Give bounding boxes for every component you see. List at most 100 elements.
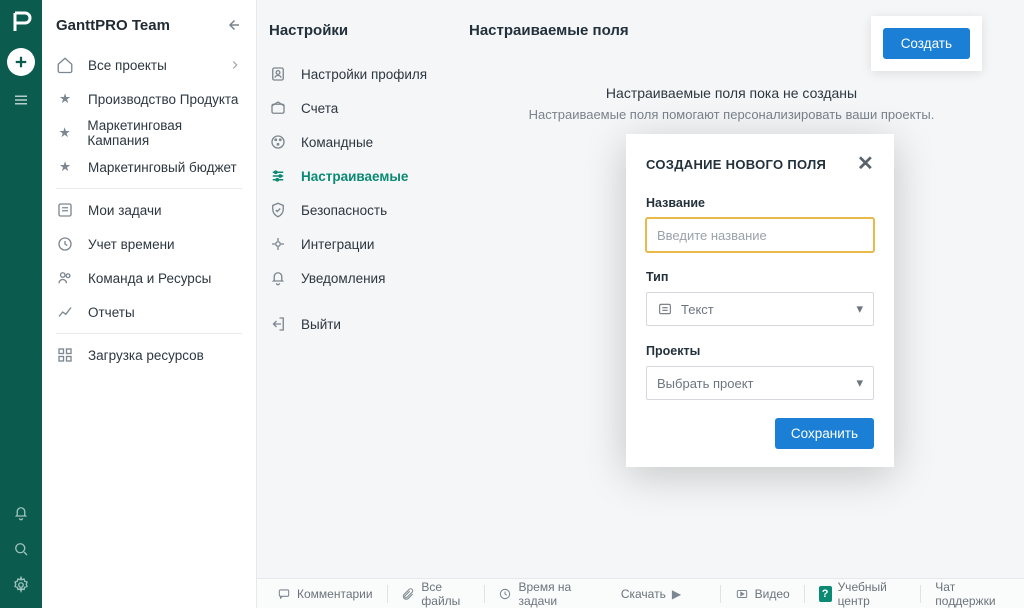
empty-state-subtitle: Настраиваемые поля помогают персонализир…	[469, 107, 994, 122]
footer-label: Учебный центр	[838, 580, 907, 608]
projects-placeholder: Выбрать проект	[657, 376, 754, 391]
footer-label: Комментарии	[297, 587, 373, 601]
footer-learning[interactable]: ? Учебный центр	[811, 579, 915, 608]
chevron-down-icon: ▾	[856, 301, 863, 317]
add-project-button[interactable]	[7, 48, 35, 76]
chart-icon	[56, 303, 74, 321]
clock-icon	[498, 587, 512, 601]
create-button[interactable]: Создать	[883, 28, 970, 59]
footer-label: Скачать	[621, 587, 666, 601]
footer-download[interactable]: Скачать ▶	[613, 579, 714, 608]
name-input-wrapper	[646, 218, 874, 252]
star-icon: ★	[56, 158, 74, 176]
create-field-modal: СОЗДАНИЕ НОВОГО ПОЛЯ ✕ Название Тип Текс…	[626, 134, 894, 467]
attachment-icon	[401, 587, 415, 601]
nav-project-item[interactable]: ★ Производство Продукта	[42, 82, 256, 116]
modal-title: СОЗДАНИЕ НОВОГО ПОЛЯ	[646, 157, 826, 172]
search-icon[interactable]	[12, 540, 30, 558]
divider	[720, 585, 721, 603]
settings-label: Выйти	[301, 317, 341, 332]
name-label: Название	[646, 196, 874, 210]
help-icon: ?	[819, 586, 832, 602]
settings-label: Командные	[301, 135, 373, 150]
type-value: Текст	[681, 302, 714, 317]
chevron-down-icon: ▾	[856, 375, 863, 391]
list-icon	[56, 201, 74, 219]
star-icon: ★	[56, 90, 74, 108]
nav-label: Мои задачи	[88, 203, 162, 218]
nav-reports[interactable]: Отчеты	[42, 295, 256, 329]
ganttpro-logo-icon	[9, 10, 33, 34]
settings-security[interactable]: Безопасность	[269, 193, 455, 227]
star-icon: ★	[56, 124, 73, 142]
gear-icon[interactable]	[12, 576, 30, 594]
divider	[484, 585, 485, 603]
sliders-icon	[269, 167, 287, 185]
settings-notifications[interactable]: Уведомления	[269, 261, 455, 295]
nav-project-item[interactable]: ★Маркетинговая Кампания	[42, 116, 256, 150]
nav-label: Производство Продукта	[88, 92, 238, 107]
menu-toggle-button[interactable]	[9, 88, 33, 112]
footer-label: Видео	[755, 587, 790, 601]
settings-label: Уведомления	[301, 271, 385, 286]
footer-label: Все файлы	[421, 580, 469, 608]
nav-label: Загрузка ресурсов	[88, 348, 204, 363]
footer-files[interactable]: Все файлы	[393, 579, 477, 608]
user-icon	[269, 65, 287, 83]
apple-icon	[692, 587, 706, 601]
type-select[interactable]: Текст ▾	[646, 292, 874, 326]
nav-project-item[interactable]: ★ Маркетинговый бюджет	[42, 150, 256, 184]
nav-time-tracking[interactable]: Учет времени	[42, 227, 256, 261]
footer-chat[interactable]: Чат поддержки	[927, 579, 1012, 608]
home-icon	[56, 56, 74, 74]
settings-custom-fields[interactable]: Настраиваемые	[269, 159, 455, 193]
nav-workload[interactable]: Загрузка ресурсов	[42, 338, 256, 372]
save-button[interactable]: Сохранить	[775, 418, 874, 449]
footer-label: Время на задачи	[518, 580, 592, 608]
empty-state-title: Настраиваемые поля пока не созданы	[469, 85, 994, 101]
footer-label: Чат поддержки	[935, 580, 1004, 608]
shield-icon	[269, 201, 287, 219]
text-type-icon	[657, 301, 673, 317]
settings-label: Интеграции	[301, 237, 374, 252]
logout-icon	[269, 315, 287, 333]
projects-label: Проекты	[646, 344, 874, 358]
chevron-right-icon	[228, 58, 242, 72]
nav-label: Маркетинговый бюджет	[88, 160, 237, 175]
settings-profile[interactable]: Настройки профиля	[269, 57, 455, 91]
projects-select[interactable]: Выбрать проект ▾	[646, 366, 874, 400]
nav-label: Учет времени	[88, 237, 175, 252]
settings-logout[interactable]: Выйти	[269, 307, 455, 341]
divider	[387, 585, 388, 603]
close-icon[interactable]: ✕	[857, 154, 874, 174]
settings-label: Настройки профиля	[301, 67, 427, 82]
people-icon	[56, 269, 74, 287]
grid-icon	[56, 346, 74, 364]
settings-billing[interactable]: Счета	[269, 91, 455, 125]
play-store-icon: ▶	[672, 587, 686, 601]
settings-label: Счета	[301, 101, 338, 116]
type-label: Тип	[646, 270, 874, 284]
footer-video[interactable]: Видео	[727, 579, 798, 608]
footer-comments[interactable]: Комментарии	[269, 579, 381, 608]
settings-label: Настраиваемые	[301, 169, 408, 184]
wallet-icon	[269, 99, 287, 117]
divider	[56, 333, 242, 334]
clock-icon	[56, 235, 74, 253]
settings-label: Безопасность	[301, 203, 387, 218]
video-icon	[735, 587, 749, 601]
settings-title: Настройки	[269, 18, 455, 57]
palette-icon	[269, 133, 287, 151]
name-input[interactable]	[657, 228, 863, 243]
divider	[920, 585, 921, 603]
nav-all-projects[interactable]: Все проекты	[42, 48, 256, 82]
notifications-icon[interactable]	[12, 504, 30, 522]
create-button-wrapper: Создать	[871, 16, 982, 71]
nav-team-resources[interactable]: Команда и Ресурсы	[42, 261, 256, 295]
team-name: GanttPRO Team	[56, 17, 170, 34]
footer-time[interactable]: Время на задачи	[490, 579, 600, 608]
settings-team[interactable]: Командные	[269, 125, 455, 159]
settings-integrations[interactable]: Интеграции	[269, 227, 455, 261]
nav-my-tasks[interactable]: Мои задачи	[42, 193, 256, 227]
collapse-nav-icon[interactable]	[224, 16, 242, 34]
